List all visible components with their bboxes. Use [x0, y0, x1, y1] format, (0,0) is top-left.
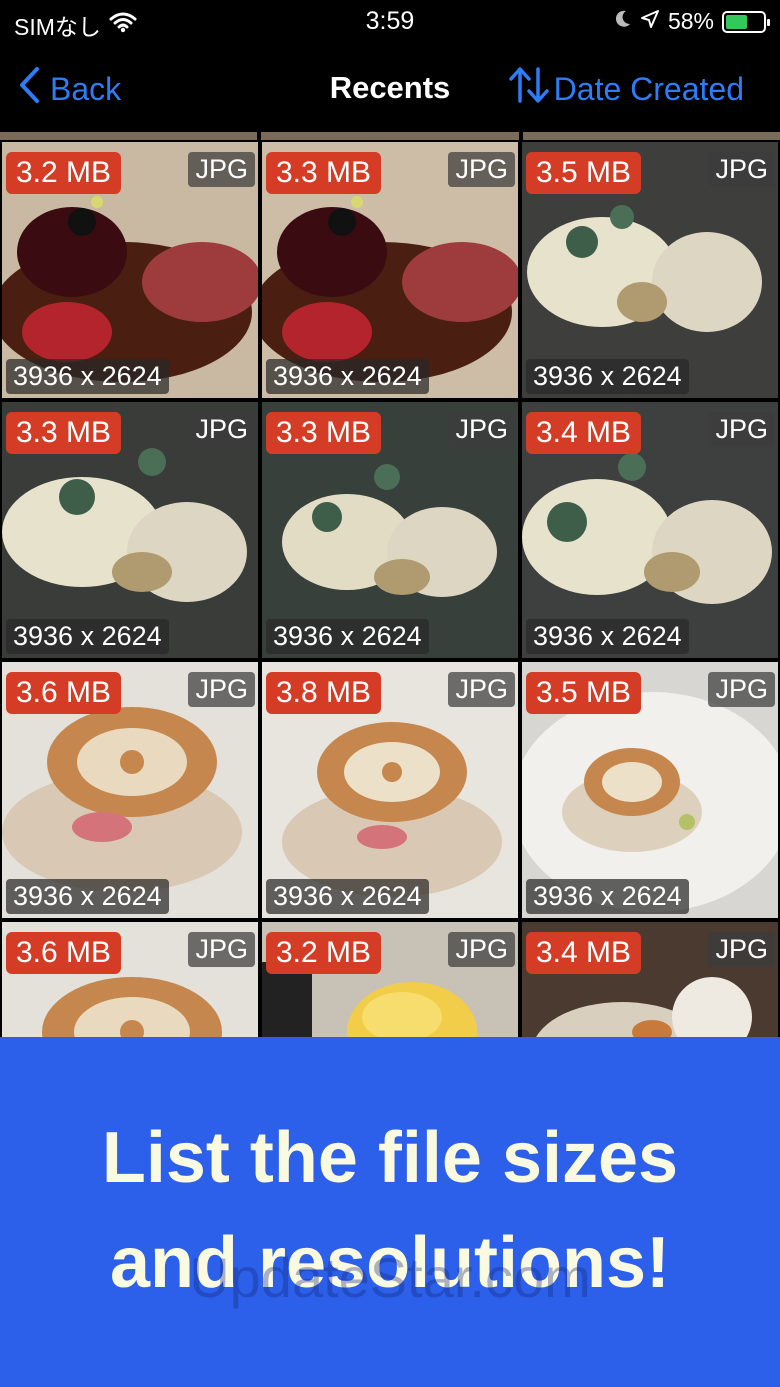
file-size-badge: 3.5 MB [526, 672, 642, 714]
file-size-badge: 3.4 MB [526, 932, 642, 974]
file-size-badge: 3.8 MB [266, 672, 382, 714]
banner-headline-line1: List the file sizes [101, 1118, 679, 1198]
file-size-badge: 3.6 MB [6, 932, 122, 974]
resolution-badge: 3936 x 2624 [526, 879, 689, 914]
file-type-badge: JPG [448, 672, 515, 707]
resolution-badge: 3936 x 2624 [6, 619, 169, 654]
file-type-badge: JPG [708, 932, 775, 967]
file-type-badge: JPG [188, 412, 255, 447]
resolution-badge: 3936 x 2624 [526, 619, 689, 654]
file-size-badge: 3.2 MB [6, 152, 122, 194]
navigation-bar: Back Recents Date Created [0, 44, 780, 132]
photo-tile[interactable]: 3.6 MB JPG [2, 922, 258, 1037]
promo-banner: List the file sizes and resolutions! [0, 1037, 780, 1387]
photo-tile[interactable]: 3.8 MB JPG 3936 x 2624 [262, 662, 518, 918]
partial-row-strip [0, 132, 780, 140]
file-type-badge: JPG [188, 932, 255, 967]
location-arrow-icon [640, 8, 660, 35]
watermark: UpdateStar.com [189, 1246, 591, 1309]
file-type-badge: JPG [448, 152, 515, 187]
file-type-badge: JPG [188, 152, 255, 187]
photo-tile[interactable]: 3.4 MB JPG [522, 922, 778, 1037]
photo-tile[interactable]: 3.3 MB JPG 3936 x 2624 [262, 142, 518, 398]
file-size-badge: 3.5 MB [526, 152, 642, 194]
file-type-badge: JPG [708, 152, 775, 187]
sort-arrows-icon [508, 66, 550, 112]
file-size-badge: 3.2 MB [266, 932, 382, 974]
file-size-badge: 3.3 MB [6, 412, 122, 454]
status-bar: SIMなし 3:59 58% [0, 0, 780, 44]
status-right: 58% [614, 8, 770, 35]
moon-icon [614, 8, 632, 35]
photo-tile[interactable]: 3.3 MB JPG 3936 x 2624 [2, 402, 258, 658]
resolution-badge: 3936 x 2624 [266, 359, 429, 394]
file-type-badge: JPG [448, 932, 515, 967]
photo-tile[interactable]: 3.5 MB JPG 3936 x 2624 [522, 142, 778, 398]
battery-charging-icon [722, 10, 770, 33]
file-type-badge: JPG [188, 672, 255, 707]
resolution-badge: 3936 x 2624 [266, 879, 429, 914]
resolution-badge: 3936 x 2624 [266, 619, 429, 654]
resolution-badge: 3936 x 2624 [6, 359, 169, 394]
photo-tile[interactable]: 3.5 MB JPG 3936 x 2624 [522, 662, 778, 918]
file-size-badge: 3.4 MB [526, 412, 642, 454]
photo-tile[interactable]: 3.3 MB JPG 3936 x 2624 [262, 402, 518, 658]
sort-label: Date Created [553, 70, 744, 107]
photo-grid: 3.2 MB JPG 3936 x 2624 3.3 MB JPG 3936 x… [0, 132, 780, 1037]
resolution-badge: 3936 x 2624 [526, 359, 689, 394]
battery-percent: 58% [667, 8, 714, 34]
sort-button[interactable]: Date Created [508, 66, 744, 112]
resolution-badge: 3936 x 2624 [6, 879, 169, 914]
battery-level [726, 14, 747, 29]
file-type-badge: JPG [708, 412, 775, 447]
photo-tile[interactable]: 3.6 MB JPG 3936 x 2624 [2, 662, 258, 918]
file-size-badge: 3.6 MB [6, 672, 122, 714]
file-type-badge: JPG [708, 672, 775, 707]
photo-tile[interactable]: 3.2 MB JPG 3936 x 2624 [2, 142, 258, 398]
photo-tile[interactable]: 3.4 MB JPG 3936 x 2624 [522, 402, 778, 658]
file-type-badge: JPG [448, 412, 515, 447]
file-size-badge: 3.3 MB [266, 412, 382, 454]
photo-tile[interactable]: 3.2 MB JPG [262, 922, 518, 1037]
file-size-badge: 3.3 MB [266, 152, 382, 194]
